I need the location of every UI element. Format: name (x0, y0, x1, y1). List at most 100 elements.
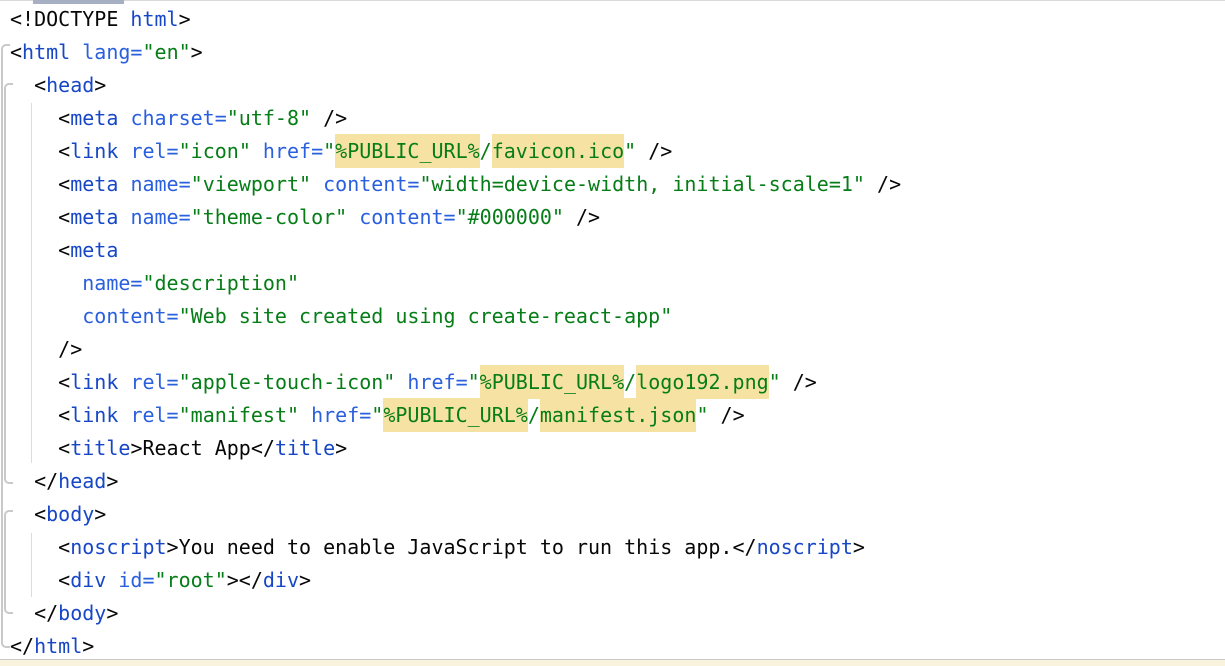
code-token: > (335, 436, 347, 460)
code-token: " (323, 139, 335, 163)
code-token: "Web site created using create-react-app… (179, 304, 673, 328)
code-token: < (10, 568, 70, 592)
code-token: %PUBLIC_URL% (383, 398, 528, 432)
code-token: < (10, 403, 70, 427)
code-line[interactable]: <link rel="manifest" href="%PUBLIC_URL%/… (10, 399, 1225, 432)
code-token: >You need to enable JavaScript to run th… (167, 535, 757, 559)
code-token: name= (82, 271, 142, 295)
code-token (118, 205, 130, 229)
code-token: html (22, 40, 70, 64)
code-token: meta (70, 238, 118, 262)
code-token (118, 370, 130, 394)
code-token: charset= (130, 106, 226, 130)
code-line[interactable]: <link rel="apple-touch-icon" href="%PUBL… (10, 366, 1225, 399)
code-token: /> (865, 172, 901, 196)
code-token: < (10, 139, 70, 163)
code-token: meta (70, 106, 118, 130)
code-token: /> (781, 370, 817, 394)
code-token: meta (70, 205, 118, 229)
code-token: "description" (142, 271, 299, 295)
code-token: content= (323, 172, 419, 196)
code-token: body (46, 502, 94, 526)
code-token: / (528, 403, 540, 427)
code-token (118, 139, 130, 163)
code-token: %PUBLIC_URL% (480, 365, 625, 399)
code-token: href= (263, 139, 323, 163)
code-token: /> (564, 205, 600, 229)
code-line[interactable]: <body> (10, 498, 1225, 531)
code-line[interactable]: name="description" (10, 267, 1225, 300)
code-token: " (371, 403, 383, 427)
code-token: ></ (227, 568, 263, 592)
code-token: rel= (130, 370, 178, 394)
code-token: html (34, 634, 82, 658)
code-token: < (10, 40, 22, 64)
code-token: link (70, 139, 118, 163)
code-line[interactable]: </head> (10, 465, 1225, 498)
code-token: html (130, 7, 178, 31)
code-token: rel= (130, 139, 178, 163)
top-border (0, 0, 1225, 1)
code-line[interactable]: <meta charset="utf-8" /> (10, 102, 1225, 135)
code-editor[interactable]: <!DOCTYPE html><html lang="en"> <head> <… (0, 0, 1225, 666)
status-strip (0, 660, 1225, 666)
code-token: "utf-8" (227, 106, 311, 130)
code-line[interactable]: <div id="root"></div> (10, 564, 1225, 597)
code-token: rel= (130, 403, 178, 427)
code-token: title (70, 436, 130, 460)
code-token (118, 106, 130, 130)
code-token: < (10, 205, 70, 229)
code-token: > (94, 73, 106, 97)
code-token (10, 271, 82, 295)
code-line[interactable]: content="Web site created using create-r… (10, 300, 1225, 333)
code-token: > (179, 7, 191, 31)
code-token (395, 370, 407, 394)
code-token (118, 403, 130, 427)
code-token: > (191, 40, 203, 64)
code-token: > (853, 535, 865, 559)
code-token: "#000000" (456, 205, 564, 229)
code-token (70, 40, 82, 64)
code-line[interactable]: <link rel="icon" href="%PUBLIC_URL%/favi… (10, 135, 1225, 168)
code-token: "viewport" (191, 172, 311, 196)
code-token (10, 304, 82, 328)
code-token: > (106, 469, 118, 493)
code-token: "root" (155, 568, 227, 592)
code-line[interactable]: <!DOCTYPE html> (10, 3, 1225, 36)
code-token: body (58, 601, 106, 625)
code-token: / (624, 370, 636, 394)
code-token: /> (311, 106, 347, 130)
code-token: div (70, 568, 106, 592)
code-token: " (696, 403, 708, 427)
code-line[interactable]: <title>React App</title> (10, 432, 1225, 465)
code-token: > (299, 568, 311, 592)
code-token: "theme-color" (191, 205, 348, 229)
code-line[interactable]: /> (10, 333, 1225, 366)
code-token (347, 205, 359, 229)
code-token: href= (311, 403, 371, 427)
code-token: link (70, 403, 118, 427)
code-token: manifest.json (540, 398, 697, 432)
code-line[interactable]: <meta name="theme-color" content="#00000… (10, 201, 1225, 234)
code-line[interactable]: <head> (10, 69, 1225, 102)
code-token: head (58, 469, 106, 493)
code-token: < (10, 106, 70, 130)
code-lines[interactable]: <!DOCTYPE html><html lang="en"> <head> <… (10, 3, 1225, 663)
code-line[interactable]: </body> (10, 597, 1225, 630)
code-token: name= (130, 172, 190, 196)
code-token: < (10, 238, 70, 262)
code-token: > (82, 634, 94, 658)
code-token: /> (10, 337, 82, 361)
code-line[interactable]: <meta name="viewport" content="width=dev… (10, 168, 1225, 201)
code-token: /> (636, 139, 672, 163)
code-token (118, 172, 130, 196)
code-token: "apple-touch-icon" (179, 370, 396, 394)
code-line[interactable]: <meta (10, 234, 1225, 267)
code-line[interactable]: <noscript>You need to enable JavaScript … (10, 531, 1225, 564)
code-line[interactable]: <html lang="en"> (10, 36, 1225, 69)
code-token (251, 139, 263, 163)
code-token: < (10, 502, 46, 526)
code-token: content= (359, 205, 455, 229)
code-token: head (46, 73, 94, 97)
code-token: < (10, 172, 70, 196)
